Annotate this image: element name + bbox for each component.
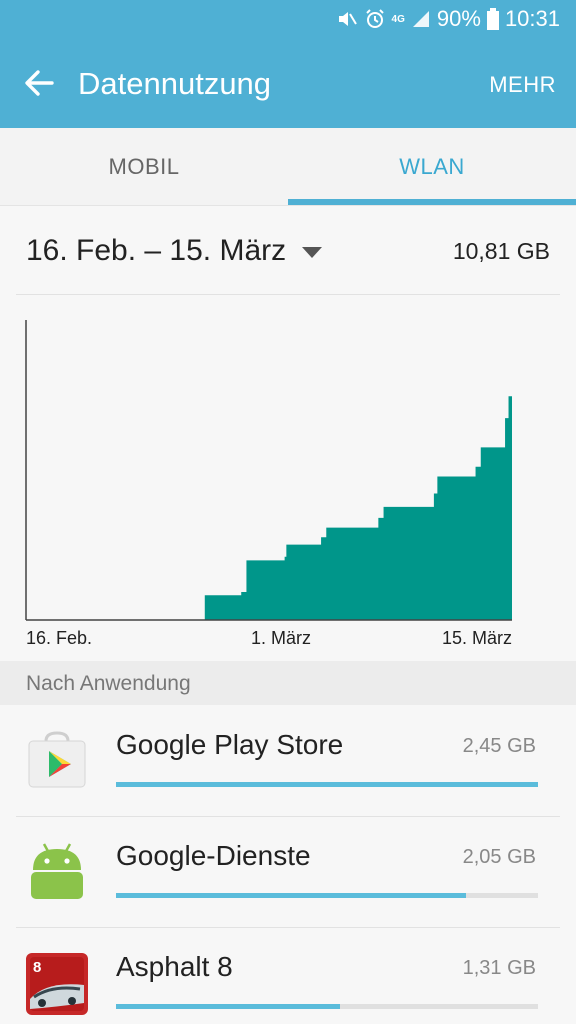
usage-chart-svg: 16. Feb. 1. März 15. März bbox=[25, 320, 512, 648]
section-header: Nach Anwendung bbox=[0, 661, 576, 705]
period-row: 16. Feb. – 15. März 10,81 GB bbox=[0, 206, 576, 296]
mute-icon bbox=[336, 8, 358, 30]
x-tick-label: 15. März bbox=[442, 628, 512, 648]
app-name: Google-Dienste bbox=[116, 840, 311, 871]
usage-bar bbox=[116, 893, 538, 898]
dropdown-caret-icon bbox=[302, 247, 323, 258]
status-bar: 4G 90% 10:31 bbox=[0, 0, 576, 40]
app-name: Google Play Store bbox=[116, 729, 344, 760]
usage-bar-fill bbox=[116, 1004, 340, 1009]
app-row-asphalt-8[interactable]: 8 Asphalt 8 1,31 GB bbox=[0, 927, 576, 1024]
clock: 10:31 bbox=[504, 6, 560, 31]
android-icon bbox=[26, 840, 88, 902]
arrow-left-icon bbox=[25, 70, 54, 96]
more-button[interactable]: MEHR bbox=[489, 72, 556, 98]
app-row-google-dienste[interactable]: Google-Dienste 2,05 GB bbox=[0, 816, 576, 927]
app-size: 2,45 GB bbox=[462, 735, 536, 757]
x-tick-label: 16. Feb. bbox=[26, 628, 92, 648]
app-name: Asphalt 8 bbox=[116, 951, 233, 982]
play-store-icon bbox=[26, 729, 88, 791]
usage-bar-fill bbox=[116, 782, 538, 787]
divider bbox=[16, 294, 560, 295]
usage-bar-fill bbox=[116, 893, 467, 898]
usage-chart: 16. Feb. 1. März 15. März bbox=[0, 296, 576, 660]
4g-icon: 4G bbox=[391, 13, 405, 25]
tab-mobil[interactable]: MOBIL bbox=[0, 128, 288, 206]
page-title: Datennutzung bbox=[78, 66, 272, 101]
section-header-label: Nach Anwendung bbox=[26, 672, 191, 695]
back-button[interactable] bbox=[22, 66, 56, 100]
alarm-icon bbox=[364, 8, 386, 30]
app-size: 1,31 GB bbox=[462, 957, 536, 979]
usage-area-series bbox=[26, 357, 512, 620]
battery-percent: 90% bbox=[436, 6, 481, 31]
x-tick-label: 1. März bbox=[251, 628, 311, 648]
usage-bar bbox=[116, 1004, 538, 1009]
tab-indicator bbox=[288, 199, 576, 205]
usage-bar bbox=[116, 782, 538, 787]
total-usage: 10,81 GB bbox=[452, 238, 550, 264]
period-selector[interactable]: 16. Feb. – 15. März bbox=[26, 234, 323, 268]
app-size: 2,05 GB bbox=[462, 846, 536, 868]
app-bar: 4G 90% 10:31 Datennutzung MEHR bbox=[0, 0, 576, 128]
tab-wlan[interactable]: WLAN bbox=[288, 128, 576, 206]
signal-icon bbox=[411, 9, 431, 29]
app-row-google-play-store[interactable]: Google Play Store 2,45 GB bbox=[0, 705, 576, 816]
toolbar: Datennutzung MEHR bbox=[0, 52, 576, 116]
battery-icon bbox=[486, 8, 499, 30]
svg-text:8: 8 bbox=[33, 959, 41, 976]
tab-bar: MOBIL WLAN bbox=[0, 128, 576, 206]
period-label: 16. Feb. – 15. März bbox=[26, 234, 287, 267]
asphalt-8-icon: 8 bbox=[26, 953, 88, 1015]
